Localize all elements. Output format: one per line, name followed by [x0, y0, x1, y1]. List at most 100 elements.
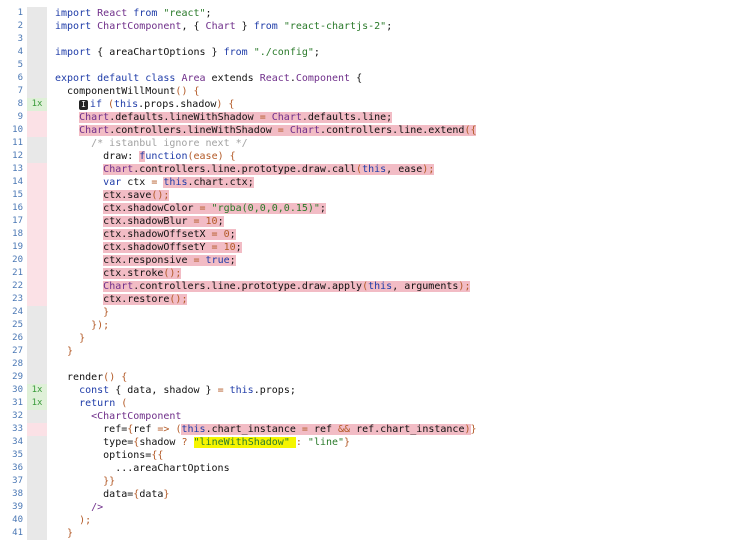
- code-token: Chart: [271, 112, 302, 123]
- code-line: 6 export default class Area extends React…: [0, 72, 733, 85]
- code-token: import: [55, 21, 98, 32]
- code-line: 20 ctx.responsive = true;: [0, 254, 733, 267]
- line-number: 32: [12, 411, 23, 421]
- code-line: 15 ctx.save();: [0, 189, 733, 202]
- coverage-gutter: [27, 371, 47, 384]
- code-line: 16 ctx.shadowColor = "rgba(0,0,0,0.15)";: [0, 202, 733, 215]
- line-number: 7: [17, 86, 23, 96]
- code-text: Iif (this.props.shadow) {: [55, 98, 733, 111]
- code-token: =>: [157, 424, 176, 435]
- code-text: }: [55, 527, 733, 540]
- code-text: <ChartComponent: [55, 410, 733, 423]
- code-token: ?: [181, 437, 194, 448]
- code-token: this: [368, 281, 393, 292]
- code-token: Chart: [79, 112, 110, 123]
- code-token: ctx.responsive: [103, 255, 194, 266]
- code-token: import: [55, 8, 98, 19]
- code-token: ();: [163, 268, 182, 279]
- line-number: 9: [17, 112, 23, 122]
- line-number: 35: [12, 450, 23, 460]
- code-token: ...areaChartOptions: [55, 463, 230, 474]
- line-number: 41: [12, 528, 23, 538]
- code-text: ctx.save();: [55, 189, 733, 202]
- line-number: 15: [12, 190, 23, 200]
- line-number: 29: [12, 372, 23, 382]
- code-line: 17 ctx.shadowBlur = 10;: [0, 215, 733, 228]
- code-text: ctx.stroke();: [55, 267, 733, 280]
- code-text: import { areaChartOptions } from "./conf…: [55, 46, 733, 59]
- code-token: var: [103, 177, 128, 188]
- coverage-gutter: [27, 410, 47, 423]
- code-token: (ease) {: [187, 151, 236, 162]
- code-token: ctx.shadowOffsetX: [103, 229, 212, 240]
- coverage-gutter: [27, 72, 47, 85]
- code-token: "lineWithShadow": [193, 437, 296, 448]
- line-number: 6: [17, 73, 23, 83]
- code-line: 33 ref={ref => (this.chart_instance = re…: [0, 423, 733, 436]
- code-token: &&: [338, 424, 357, 435]
- code-token: "line": [307, 437, 345, 448]
- code-line: 13 Chart.controllers.line.prototype.draw…: [0, 163, 733, 176]
- code-text: ctx.shadowOffsetY = 10;: [55, 241, 733, 254]
- code-token: .controllers.line.extend: [319, 125, 465, 136]
- code-token: }}: [55, 476, 116, 487]
- code-text: ref={ref => (this.chart_instance = ref &…: [55, 423, 733, 436]
- coverage-gutter: [27, 488, 47, 501]
- code-token: }: [470, 424, 477, 435]
- code-token: if: [89, 99, 108, 110]
- code-token: }: [55, 346, 74, 357]
- code-token: />: [55, 502, 104, 513]
- code-text: />: [55, 501, 733, 514]
- code-text: ...areaChartOptions: [55, 462, 733, 475]
- line-number: 28: [12, 359, 23, 369]
- coverage-gutter: [27, 59, 47, 72]
- coverage-gutter: [27, 527, 47, 540]
- code-token: true: [205, 255, 230, 266]
- line-number: 11: [12, 138, 23, 148]
- code-token: this: [114, 99, 139, 110]
- code-text: ctx.responsive = true;: [55, 254, 733, 267]
- code-token: React: [97, 8, 128, 19]
- code-token: Chart: [79, 125, 110, 136]
- code-token: Chart: [289, 125, 320, 136]
- code-token: {{: [151, 450, 164, 461]
- code-token: ctx.stroke: [103, 268, 164, 279]
- code-token: .defaults.line;: [301, 112, 393, 123]
- line-number: 38: [12, 489, 23, 499]
- code-token: }: [55, 333, 86, 344]
- line-number: 8: [17, 99, 23, 109]
- code-text: Chart.controllers.line.prototype.draw.ca…: [55, 163, 733, 176]
- code-token: ctx.shadowOffsetY: [103, 242, 212, 253]
- code-token: = 10: [211, 242, 236, 253]
- code-token: type=: [55, 437, 134, 448]
- code-token: "react": [163, 8, 206, 19]
- line-number: 20: [12, 255, 23, 265]
- coverage-gutter: [27, 7, 47, 20]
- code-token: ctx: [127, 177, 152, 188]
- code-line: 10 Chart.controllers.lineWithShadow = Ch…: [0, 124, 733, 137]
- coverage-gutter: [27, 358, 47, 371]
- line-number: 2: [17, 21, 23, 31]
- coverage-gutter: [27, 189, 47, 202]
- code-line: 25 });: [0, 319, 733, 332]
- coverage-gutter: 1x: [27, 384, 47, 397]
- code-token: data: [139, 489, 164, 500]
- line-number: 34: [12, 437, 23, 447]
- code-token: ;: [217, 216, 224, 227]
- code-line: 28: [0, 358, 733, 371]
- code-line: 35 options={{: [0, 449, 733, 462]
- line-number: 13: [12, 164, 23, 174]
- code-text: ctx.shadowOffsetX = 0;: [55, 228, 733, 241]
- code-token: ;: [313, 47, 320, 58]
- coverage-gutter: [27, 332, 47, 345]
- line-number: 16: [12, 203, 23, 213]
- code-token: from: [253, 21, 284, 32]
- code-text: Chart.controllers.line.prototype.draw.ap…: [55, 280, 733, 293]
- code-line: 1 import React from "react";: [0, 7, 733, 20]
- code-line: 21 ctx.stroke();: [0, 267, 733, 280]
- coverage-gutter: [27, 20, 47, 33]
